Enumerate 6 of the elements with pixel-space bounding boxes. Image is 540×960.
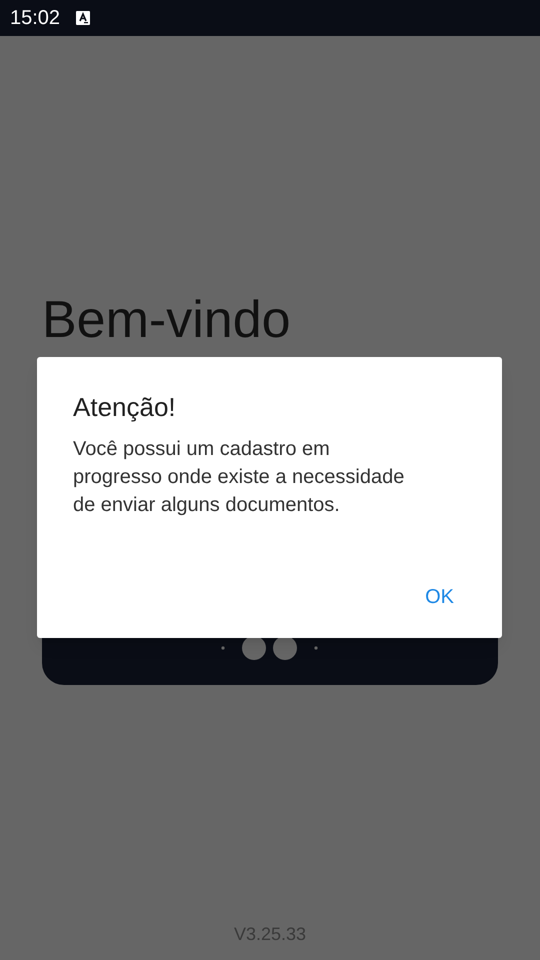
status-time: 15:02	[10, 6, 60, 31]
keyboard-indicator-icon	[76, 11, 90, 25]
ok-button[interactable]: OK	[423, 582, 456, 612]
dialog-title: Atenção!	[73, 391, 177, 423]
dialog-message: Você possui um cadastro em progresso onde existe a necessidade de enviar alguns documentos.	[73, 437, 406, 518]
welcome-heading: Bem-vindo	[42, 290, 292, 351]
